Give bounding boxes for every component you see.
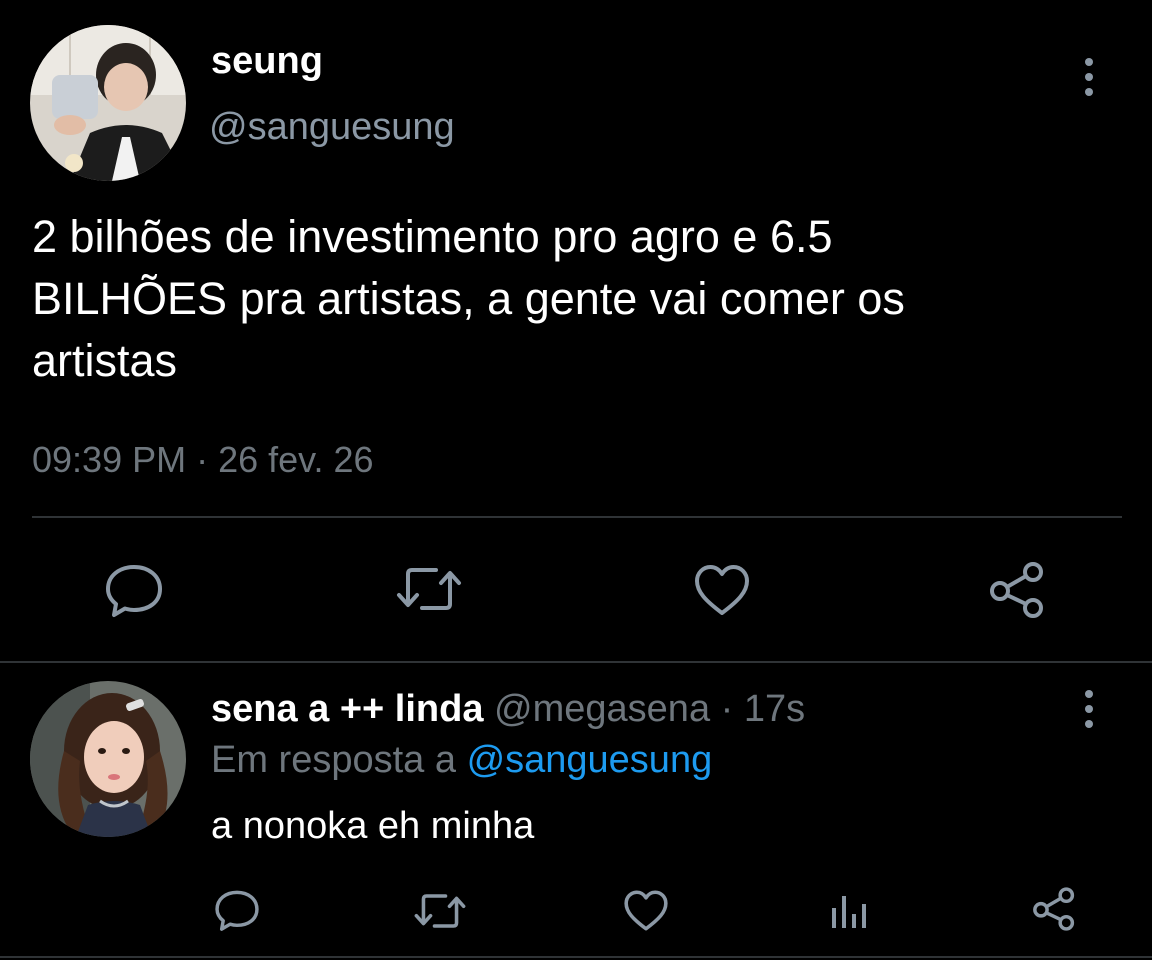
comment-icon <box>215 890 259 931</box>
retweet-icon <box>397 568 461 610</box>
in-reply-prefix: Em resposta a <box>211 739 456 781</box>
tweet-date: 26 fev. 26 <box>218 439 374 480</box>
in-reply-mention-link[interactable]: @sanguesung <box>467 739 713 781</box>
tweet-meta: 09:39 PM · 26 fev. 26 <box>32 437 374 483</box>
reply-text: a nonoka eh minha <box>211 805 535 847</box>
share-icon <box>1033 887 1075 931</box>
more-vertical-icon <box>1085 690 1093 728</box>
reply-share-button[interactable] <box>1031 886 1077 937</box>
meta-separator: · <box>720 688 734 730</box>
analytics-icon <box>832 896 866 928</box>
tweet-time: 09:39 PM <box>32 439 187 480</box>
share-icon <box>990 562 1043 618</box>
author-handle[interactable]: @sanguesung <box>209 104 455 150</box>
meta-separator: · <box>196 439 209 480</box>
author-name[interactable]: seung <box>211 38 323 84</box>
reply-like-button[interactable] <box>623 889 669 937</box>
like-button[interactable] <box>693 563 751 622</box>
author-avatar[interactable] <box>30 25 186 181</box>
divider <box>0 956 1152 958</box>
comment-icon <box>106 565 162 617</box>
more-vertical-icon <box>1085 58 1093 96</box>
share-button[interactable] <box>987 560 1047 625</box>
reply-retweet-button[interactable] <box>414 891 466 936</box>
tweet-menu-button[interactable] <box>1082 58 1096 96</box>
retweet-button[interactable] <box>396 564 462 619</box>
reply-author-avatar[interactable] <box>30 681 186 837</box>
reply-analytics-button[interactable] <box>830 890 870 935</box>
divider <box>32 516 1122 518</box>
tweet-text: 2 bilhões de investimento pro agro e 6.5… <box>32 211 905 386</box>
reply-button[interactable] <box>104 562 164 623</box>
retweet-icon <box>414 894 466 928</box>
in-reply-to: Em resposta a @sanguesung <box>211 737 712 783</box>
reply-author-name[interactable]: sena a ++ linda <box>211 688 483 730</box>
heart-icon <box>695 565 749 615</box>
reply-reply-button[interactable] <box>214 888 260 937</box>
reply-time: 17s <box>743 688 806 730</box>
reply-header: sena a ++ linda @megasena · 17s <box>211 686 805 732</box>
divider <box>0 661 1152 663</box>
reply-author-handle[interactable]: @megasena <box>494 688 710 730</box>
heart-icon <box>624 890 668 931</box>
reply-menu-button[interactable] <box>1082 690 1096 728</box>
